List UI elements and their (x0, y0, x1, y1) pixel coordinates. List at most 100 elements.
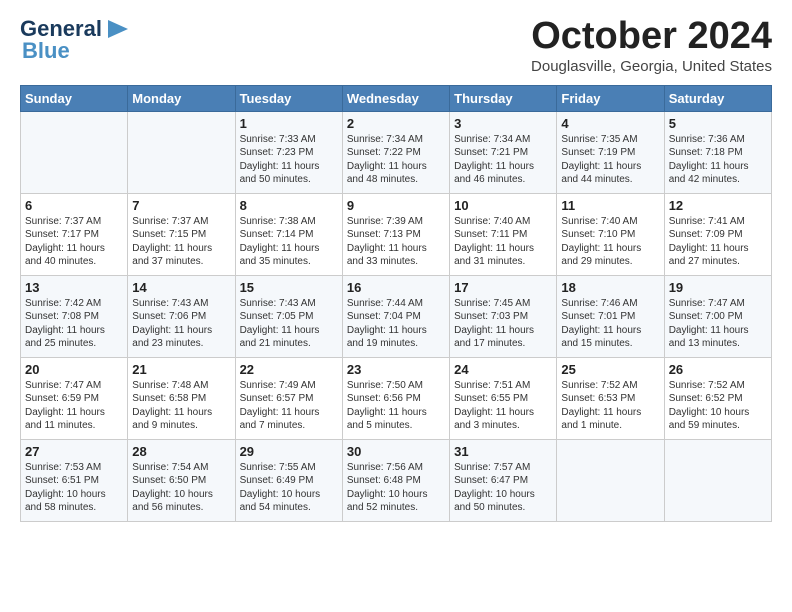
day-info: Sunrise: 7:51 AM Sunset: 6:55 PM Dayligh… (454, 379, 552, 433)
col-header-wednesday: Wednesday (342, 85, 449, 111)
calendar-cell (664, 439, 771, 521)
day-number: 28 (132, 444, 230, 459)
day-number: 9 (347, 198, 445, 213)
calendar-cell: 18 Sunrise: 7:46 AM Sunset: 7:01 PM Dayli… (557, 275, 664, 357)
day-info: Sunrise: 7:37 AM Sunset: 7:17 PM Dayligh… (25, 215, 123, 269)
day-number: 8 (240, 198, 338, 213)
day-info: Sunrise: 7:43 AM Sunset: 7:06 PM Dayligh… (132, 297, 230, 351)
header-row: SundayMondayTuesdayWednesdayThursdayFrid… (21, 85, 772, 111)
day-number: 31 (454, 444, 552, 459)
calendar-cell: 15 Sunrise: 7:43 AM Sunset: 7:05 PM Dayli… (235, 275, 342, 357)
day-info: Sunrise: 7:40 AM Sunset: 7:11 PM Dayligh… (454, 215, 552, 269)
day-number: 25 (561, 362, 659, 377)
col-header-saturday: Saturday (664, 85, 771, 111)
day-number: 20 (25, 362, 123, 377)
calendar-cell: 24 Sunrise: 7:51 AM Sunset: 6:55 PM Dayli… (450, 357, 557, 439)
day-number: 7 (132, 198, 230, 213)
calendar-cell: 8 Sunrise: 7:38 AM Sunset: 7:14 PM Daylig… (235, 193, 342, 275)
calendar-cell: 10 Sunrise: 7:40 AM Sunset: 7:11 PM Dayli… (450, 193, 557, 275)
day-info: Sunrise: 7:53 AM Sunset: 6:51 PM Dayligh… (25, 461, 123, 515)
day-number: 10 (454, 198, 552, 213)
calendar-cell (21, 111, 128, 193)
day-info: Sunrise: 7:48 AM Sunset: 6:58 PM Dayligh… (132, 379, 230, 433)
calendar-cell (557, 439, 664, 521)
day-info: Sunrise: 7:42 AM Sunset: 7:08 PM Dayligh… (25, 297, 123, 351)
day-info: Sunrise: 7:46 AM Sunset: 7:01 PM Dayligh… (561, 297, 659, 351)
day-info: Sunrise: 7:39 AM Sunset: 7:13 PM Dayligh… (347, 215, 445, 269)
day-info: Sunrise: 7:43 AM Sunset: 7:05 PM Dayligh… (240, 297, 338, 351)
calendar-cell: 31 Sunrise: 7:57 AM Sunset: 6:47 PM Dayli… (450, 439, 557, 521)
day-number: 24 (454, 362, 552, 377)
day-info: Sunrise: 7:50 AM Sunset: 6:56 PM Dayligh… (347, 379, 445, 433)
calendar-cell: 17Sunrise: 7:45 AM Sunset: 7:03 PM Dayli… (450, 275, 557, 357)
day-number: 13 (25, 280, 123, 295)
day-info: Sunrise: 7:49 AM Sunset: 6:57 PM Dayligh… (240, 379, 338, 433)
day-number: 18 (561, 280, 659, 295)
day-info: Sunrise: 7:35 AM Sunset: 7:19 PM Dayligh… (561, 133, 659, 187)
col-header-monday: Monday (128, 85, 235, 111)
calendar-cell: 22 Sunrise: 7:49 AM Sunset: 6:57 PM Dayli… (235, 357, 342, 439)
day-number: 4 (561, 116, 659, 131)
logo: General Blue (20, 16, 132, 64)
col-header-sunday: Sunday (21, 85, 128, 111)
calendar-cell: 9 Sunrise: 7:39 AM Sunset: 7:13 PM Daylig… (342, 193, 449, 275)
calendar-cell: 21 Sunrise: 7:48 AM Sunset: 6:58 PM Dayli… (128, 357, 235, 439)
col-header-thursday: Thursday (450, 85, 557, 111)
day-number: 12 (669, 198, 767, 213)
day-number: 15 (240, 280, 338, 295)
calendar-table: SundayMondayTuesdayWednesdayThursdayFrid… (20, 85, 772, 522)
calendar-cell: 20 Sunrise: 7:47 AM Sunset: 6:59 PM Dayli… (21, 357, 128, 439)
day-info: Sunrise: 7:52 AM Sunset: 6:53 PM Dayligh… (561, 379, 659, 433)
week-row-2: 6Sunrise: 7:37 AM Sunset: 7:17 PM Daylig… (21, 193, 772, 275)
day-info: Sunrise: 7:34 AM Sunset: 7:22 PM Dayligh… (347, 133, 445, 187)
day-info: Sunrise: 7:44 AM Sunset: 7:04 PM Dayligh… (347, 297, 445, 351)
calendar-cell: 16Sunrise: 7:44 AM Sunset: 7:04 PM Dayli… (342, 275, 449, 357)
location: Douglasville, Georgia, United States (531, 58, 772, 75)
day-info: Sunrise: 7:45 AM Sunset: 7:03 PM Dayligh… (454, 297, 552, 351)
calendar-cell: 7 Sunrise: 7:37 AM Sunset: 7:15 PM Daylig… (128, 193, 235, 275)
calendar-cell: 30Sunrise: 7:56 AM Sunset: 6:48 PM Dayli… (342, 439, 449, 521)
day-info: Sunrise: 7:41 AM Sunset: 7:09 PM Dayligh… (669, 215, 767, 269)
day-info: Sunrise: 7:33 AM Sunset: 7:23 PM Dayligh… (240, 133, 338, 187)
day-number: 30 (347, 444, 445, 459)
calendar-cell (128, 111, 235, 193)
calendar-cell: 19Sunrise: 7:47 AM Sunset: 7:00 PM Dayli… (664, 275, 771, 357)
day-number: 14 (132, 280, 230, 295)
month-title: October 2024 (531, 16, 772, 58)
col-header-friday: Friday (557, 85, 664, 111)
calendar-cell: 6Sunrise: 7:37 AM Sunset: 7:17 PM Daylig… (21, 193, 128, 275)
day-number: 29 (240, 444, 338, 459)
day-info: Sunrise: 7:34 AM Sunset: 7:21 PM Dayligh… (454, 133, 552, 187)
week-row-1: 1Sunrise: 7:33 AM Sunset: 7:23 PM Daylig… (21, 111, 772, 193)
col-header-tuesday: Tuesday (235, 85, 342, 111)
calendar-cell: 25 Sunrise: 7:52 AM Sunset: 6:53 PM Dayli… (557, 357, 664, 439)
day-info: Sunrise: 7:47 AM Sunset: 6:59 PM Dayligh… (25, 379, 123, 433)
day-info: Sunrise: 7:54 AM Sunset: 6:50 PM Dayligh… (132, 461, 230, 515)
day-number: 5 (669, 116, 767, 131)
calendar-cell: 4 Sunrise: 7:35 AM Sunset: 7:19 PM Daylig… (557, 111, 664, 193)
page: General Blue October 2024 Douglasville, … (0, 0, 792, 612)
day-info: Sunrise: 7:38 AM Sunset: 7:14 PM Dayligh… (240, 215, 338, 269)
calendar-cell: 12 Sunrise: 7:41 AM Sunset: 7:09 PM Dayli… (664, 193, 771, 275)
logo-icon (104, 18, 132, 40)
day-info: Sunrise: 7:47 AM Sunset: 7:00 PM Dayligh… (669, 297, 767, 351)
day-info: Sunrise: 7:40 AM Sunset: 7:10 PM Dayligh… (561, 215, 659, 269)
calendar-cell: 11Sunrise: 7:40 AM Sunset: 7:10 PM Dayli… (557, 193, 664, 275)
calendar-cell: 26 Sunrise: 7:52 AM Sunset: 6:52 PM Dayli… (664, 357, 771, 439)
calendar-cell: 3Sunrise: 7:34 AM Sunset: 7:21 PM Daylig… (450, 111, 557, 193)
day-number: 23 (347, 362, 445, 377)
calendar-cell: 28 Sunrise: 7:54 AM Sunset: 6:50 PM Dayli… (128, 439, 235, 521)
day-number: 22 (240, 362, 338, 377)
day-info: Sunrise: 7:55 AM Sunset: 6:49 PM Dayligh… (240, 461, 338, 515)
week-row-3: 13 Sunrise: 7:42 AM Sunset: 7:08 PM Dayli… (21, 275, 772, 357)
day-info: Sunrise: 7:57 AM Sunset: 6:47 PM Dayligh… (454, 461, 552, 515)
day-number: 27 (25, 444, 123, 459)
calendar-cell: 29 Sunrise: 7:55 AM Sunset: 6:49 PM Dayli… (235, 439, 342, 521)
calendar-cell: 27 Sunrise: 7:53 AM Sunset: 6:51 PM Dayli… (21, 439, 128, 521)
day-number: 2 (347, 116, 445, 131)
calendar-cell: 23 Sunrise: 7:50 AM Sunset: 6:56 PM Dayli… (342, 357, 449, 439)
day-info: Sunrise: 7:37 AM Sunset: 7:15 PM Dayligh… (132, 215, 230, 269)
day-info: Sunrise: 7:52 AM Sunset: 6:52 PM Dayligh… (669, 379, 767, 433)
day-number: 21 (132, 362, 230, 377)
day-number: 26 (669, 362, 767, 377)
